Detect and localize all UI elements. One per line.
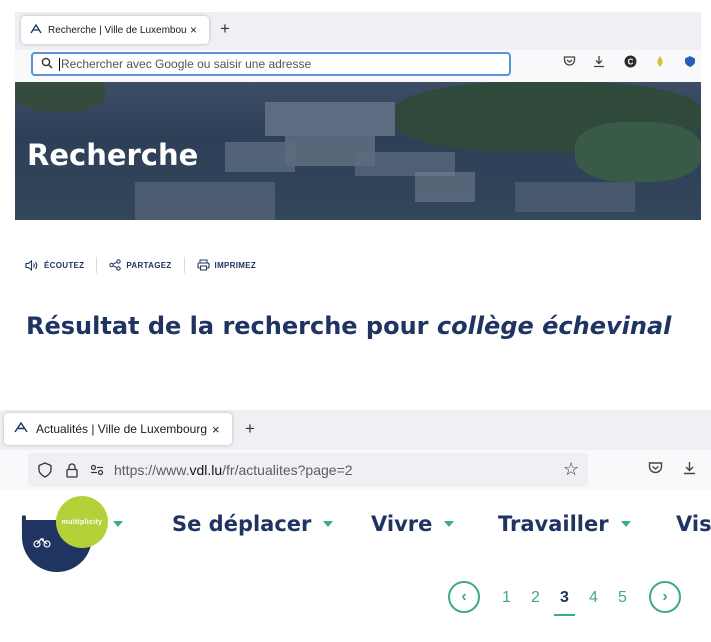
lock-icon[interactable] xyxy=(66,462,78,478)
tab-title: Actualités | Ville de Luxembourg xyxy=(36,422,207,436)
url-text[interactable]: https://www.vdl.lu/fr/actualites?page=2 xyxy=(114,462,353,478)
previous-page-button[interactable]: ‹ xyxy=(448,581,480,613)
chevron-down-icon xyxy=(444,521,455,527)
url-host: vdl.lu xyxy=(189,462,223,478)
tab-title: Recherche | Ville de Luxembourg xyxy=(48,24,186,36)
nav-item-visiter[interactable]: Vis xyxy=(676,512,711,536)
search-result-heading: Résultat de la recherche pour collège éc… xyxy=(26,312,671,340)
next-page-button[interactable]: › xyxy=(649,581,681,613)
extension-shield-icon[interactable] xyxy=(684,55,696,71)
tab-actualites[interactable]: Actualités | Ville de Luxembourg × xyxy=(4,413,232,445)
multiplicity-text: multiplicity xyxy=(61,518,103,526)
divider xyxy=(96,257,98,273)
nav-item-label: Vivre xyxy=(371,512,433,536)
tab-recherche[interactable]: Recherche | Ville de Luxembourg × xyxy=(21,16,209,44)
chevron-down-icon xyxy=(113,521,124,527)
print-label: IMPRIMEZ xyxy=(214,260,257,270)
speaker-icon xyxy=(25,259,39,271)
download-icon[interactable] xyxy=(683,461,696,478)
pocket-icon[interactable] xyxy=(563,55,576,70)
extension-c-icon[interactable]: C xyxy=(624,55,637,71)
print-button[interactable]: IMPRIMEZ xyxy=(196,259,269,271)
divider xyxy=(183,257,185,273)
download-icon[interactable] xyxy=(593,55,605,71)
chevron-down-icon xyxy=(323,521,334,527)
nav-item-vivre[interactable]: Vivre xyxy=(371,512,455,536)
vdl-favicon-icon xyxy=(14,421,28,436)
share-label: PARTAGEZ xyxy=(126,260,172,270)
nav-item-label: Vis xyxy=(676,512,711,536)
svg-text:C: C xyxy=(628,58,634,67)
chevron-left-icon: ‹ xyxy=(461,588,467,605)
page-1-link[interactable]: 1 xyxy=(502,589,511,607)
listen-label: ÉCOUTEZ xyxy=(44,260,85,270)
page-3-current[interactable]: 3 xyxy=(560,589,569,607)
nav-item-label: Se déplacer xyxy=(172,512,312,536)
text-caret xyxy=(59,57,60,71)
share-icon xyxy=(109,259,122,271)
nav-item-se-deplacer[interactable]: Se déplacer xyxy=(172,512,334,536)
listen-button[interactable]: ÉCOUTEZ xyxy=(25,259,96,271)
search-query: collège échevinal xyxy=(436,312,672,340)
url-bar[interactable]: https://www.vdl.lu/fr/actualites?page=2 xyxy=(28,453,588,487)
nav-item-travailler[interactable]: Travailler xyxy=(498,512,631,536)
url-prefix: https://www. xyxy=(114,462,190,478)
nav-item-label: Travailler xyxy=(498,512,609,536)
chevron-right-icon: › xyxy=(662,588,668,605)
multiplicity-logo[interactable]: multiplicity xyxy=(56,496,108,548)
pocket-icon[interactable] xyxy=(648,461,663,477)
permissions-icon[interactable] xyxy=(90,464,104,476)
page-title: Recherche xyxy=(27,138,199,172)
new-tab-button[interactable]: + xyxy=(220,19,230,39)
url-path: /fr/actualites?page=2 xyxy=(222,462,353,478)
chevron-down-icon xyxy=(620,521,631,527)
tab-close-icon[interactable]: × xyxy=(212,422,220,437)
extension-flame-icon[interactable] xyxy=(655,55,665,71)
address-bar[interactable]: Rechercher avec Google ou saisir une adr… xyxy=(31,52,511,76)
page-tools: ÉCOUTEZ PARTAGEZ IMPRIMEZ xyxy=(25,257,268,273)
page-2-link[interactable]: 2 xyxy=(531,589,540,607)
address-placeholder: Rechercher avec Google ou saisir une adr… xyxy=(61,57,312,71)
tab-close-icon[interactable]: × xyxy=(190,23,197,37)
page-4-link[interactable]: 4 xyxy=(589,589,598,607)
bookmark-star-icon[interactable]: ☆ xyxy=(563,459,579,480)
new-tab-button[interactable]: + xyxy=(245,419,255,439)
page-5-link[interactable]: 5 xyxy=(618,589,627,607)
share-button[interactable]: PARTAGEZ xyxy=(109,259,183,271)
current-page-underline xyxy=(554,614,575,616)
printer-icon xyxy=(196,259,210,271)
vdl-favicon-icon xyxy=(30,23,42,37)
bicycle-icon xyxy=(33,536,51,551)
search-icon xyxy=(41,57,53,72)
result-prefix: Résultat de la recherche pour xyxy=(26,312,437,340)
tracking-shield-icon[interactable] xyxy=(38,462,52,478)
